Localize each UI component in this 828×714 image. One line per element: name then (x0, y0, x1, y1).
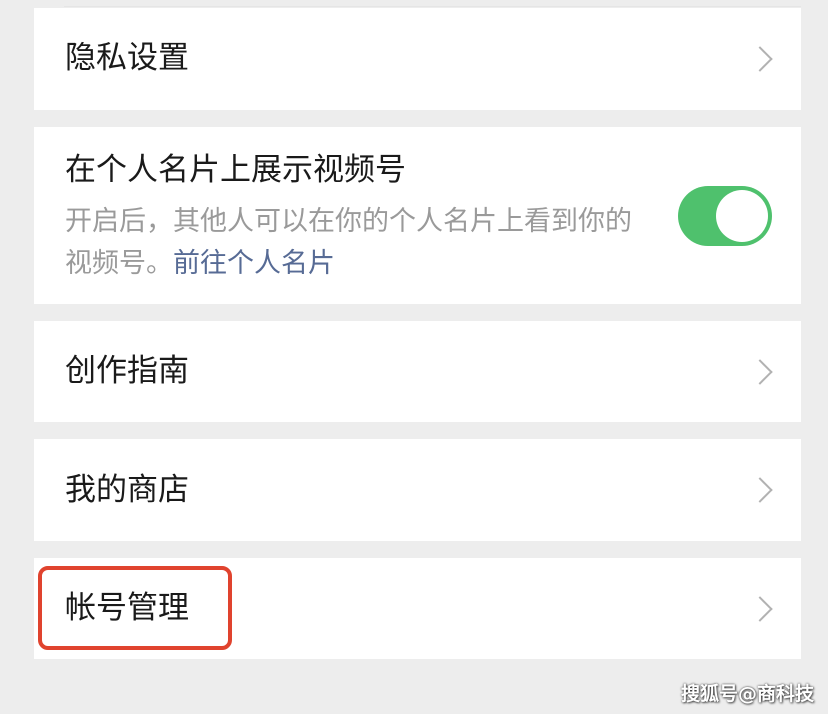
privacy-settings-cell[interactable]: 隐私设置 (34, 8, 801, 110)
privacy-settings-label: 隐私设置 (65, 40, 189, 76)
show-on-card-cell: 在个人名片上展示视频号 开启后，其他人可以在你的个人名片上看到你的视频号。前往个… (34, 127, 801, 304)
highlight-box (38, 566, 232, 650)
my-store-cell[interactable]: 我的商店 (34, 439, 801, 541)
chevron-right-icon (747, 596, 773, 622)
chevron-right-icon (747, 359, 773, 385)
creation-guide-label: 创作指南 (65, 353, 189, 389)
toggle-knob (716, 190, 768, 242)
creation-guide-cell[interactable]: 创作指南 (34, 321, 801, 422)
chevron-right-icon (747, 46, 773, 72)
chevron-right-icon (747, 477, 773, 503)
watermark: 搜狐号@商科技 (680, 683, 814, 705)
go-to-card-link[interactable]: 前往个人名片 (173, 248, 335, 279)
divider (64, 6, 801, 7)
show-on-card-description: 开启后，其他人可以在你的个人名片上看到你的视频号。前往个人名片 (65, 201, 645, 285)
show-on-card-label: 在个人名片上展示视频号 (65, 152, 406, 188)
show-on-card-toggle[interactable] (678, 186, 772, 246)
my-store-label: 我的商店 (65, 472, 189, 508)
description-text: 开启后，其他人可以在你的个人名片上看到你的视频号。 (65, 206, 632, 279)
